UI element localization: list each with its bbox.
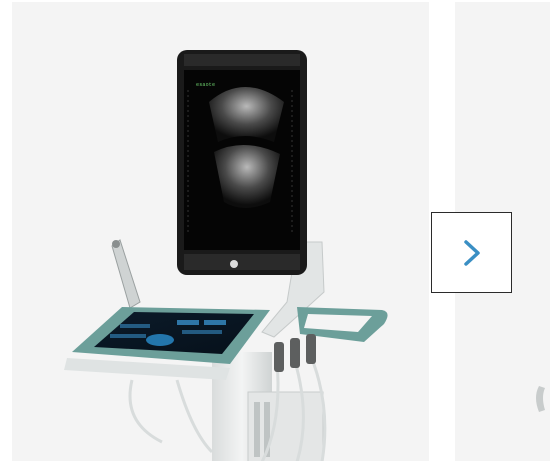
trackball	[146, 334, 174, 346]
ultrasound-system-image	[64, 50, 388, 461]
probe	[111, 239, 141, 309]
chevron-right-icon	[463, 239, 480, 266]
carousel-next-button[interactable]	[431, 212, 512, 293]
scan-image-top	[209, 87, 284, 142]
carousel-slide-current: esaote	[12, 2, 429, 461]
scan-image-bottom	[214, 144, 280, 208]
screen-brand-text: esaote	[196, 82, 216, 88]
monitor-power-icon	[230, 260, 238, 268]
